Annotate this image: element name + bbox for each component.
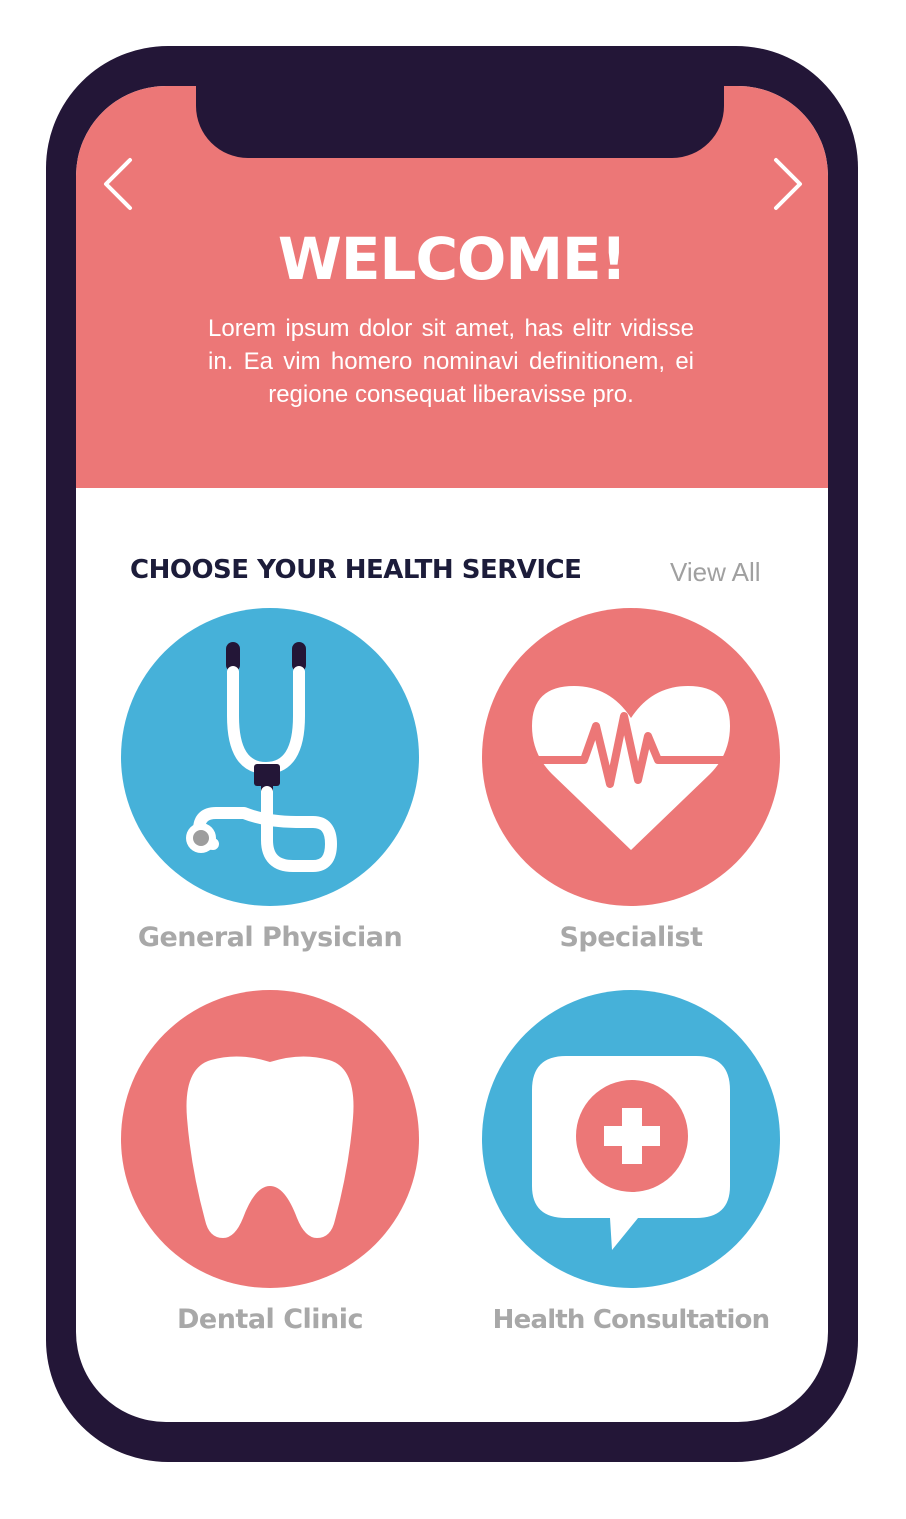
medical-chat-icon xyxy=(532,1056,730,1250)
service-label: General Physician xyxy=(137,922,403,953)
service-dental-clinic[interactable]: Dental Clinic xyxy=(100,990,440,1360)
phone-notch xyxy=(196,86,724,158)
section-title: CHOOSE YOUR HEALTH SERVICE xyxy=(130,555,582,585)
view-all-link[interactable]: View All xyxy=(670,552,761,592)
stethoscope-icon xyxy=(186,642,337,872)
heart-pulse-icon xyxy=(530,686,734,850)
service-icon-circle xyxy=(482,608,780,906)
service-general-physician[interactable]: General Physician xyxy=(100,608,440,978)
service-health-consultation[interactable]: Health Consultation xyxy=(461,990,801,1360)
prev-button[interactable] xyxy=(100,156,138,212)
welcome-description: Lorem ipsum dolor sit amet, has elitr vi… xyxy=(208,315,694,408)
app-screen: WELCOME! Lorem ipsum dolor sit amet, has… xyxy=(76,86,828,1422)
service-label: Health Consultation xyxy=(492,1305,770,1335)
tooth-icon xyxy=(186,1056,354,1238)
next-button[interactable] xyxy=(768,156,806,212)
welcome-header: WELCOME! Lorem ipsum dolor sit amet, has… xyxy=(76,86,828,488)
service-label: Specialist xyxy=(559,922,703,953)
service-icon-circle xyxy=(482,990,780,1288)
chevron-right-icon xyxy=(774,158,802,210)
service-icon-circle xyxy=(121,608,419,906)
service-specialist[interactable]: Specialist xyxy=(461,608,801,978)
service-icon-circle xyxy=(121,990,419,1288)
phone-frame: WELCOME! Lorem ipsum dolor sit amet, has… xyxy=(46,46,858,1462)
welcome-title: WELCOME! xyxy=(277,225,627,293)
chevron-left-icon xyxy=(104,158,132,210)
service-label: Dental Clinic xyxy=(176,1304,364,1335)
